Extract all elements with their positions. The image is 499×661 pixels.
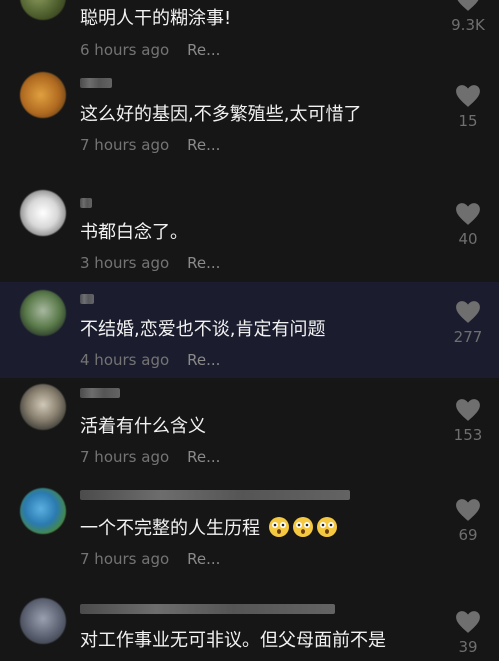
reply-link[interactable]: Re... (187, 351, 220, 369)
reply-link[interactable]: Re... (187, 41, 220, 59)
reply-link[interactable]: Re... (187, 448, 220, 466)
username[interactable] (80, 78, 112, 88)
comment-item: 聪明人干的糊涂事! 6 hours ago Re... 9.3K (0, 0, 499, 70)
comment-text: 不结婚,恋爱也不谈,肯定有问题 (80, 319, 326, 340)
like-button[interactable]: 39 (430, 610, 499, 656)
username[interactable] (80, 294, 94, 304)
like-button[interactable]: 153 (430, 398, 499, 444)
comment-time: 7 hours ago (80, 136, 170, 154)
heart-icon (456, 499, 480, 521)
comment-time: 4 hours ago (80, 351, 170, 369)
comment-text: 这么好的基因,不多繁殖些,太可惜了 (80, 104, 362, 125)
heart-icon (456, 203, 480, 225)
comment-item: 活着有什么含义 7 hours ago Re... 153 (0, 378, 499, 478)
comment-text: 对工作事业无可非议。但父母面前不是 (80, 630, 386, 651)
heart-icon (456, 399, 480, 421)
user-avatar[interactable] (20, 0, 66, 20)
like-button[interactable]: 40 (430, 202, 499, 248)
heart-icon (456, 611, 480, 633)
like-button[interactable]: 277 (430, 300, 499, 346)
like-count: 69 (458, 526, 478, 544)
heart-icon (456, 85, 480, 107)
user-avatar[interactable] (20, 190, 66, 236)
comment-item-highlighted: 不结婚,恋爱也不谈,肯定有问题 4 hours ago Re... 277 (0, 282, 499, 378)
reply-link[interactable]: Re... (187, 136, 220, 154)
comment-item: 一个不完整的人生历程 7 hours ago Re... 69 (0, 478, 499, 588)
username[interactable] (80, 198, 92, 208)
like-count: 15 (458, 112, 478, 130)
comment-list: 聪明人干的糊涂事! 6 hours ago Re... 9.3K 这么好的基因,不… (0, 0, 499, 661)
comment-item: 这么好的基因,不多繁殖些,太可惜了 7 hours ago Re... 15 (0, 66, 499, 178)
comment-item: 书都白念了。 3 hours ago Re... 40 (0, 178, 499, 282)
user-avatar[interactable] (20, 72, 66, 118)
comment-item: 对工作事业无可非议。但父母面前不是 39 (0, 588, 499, 661)
heart-icon (456, 301, 480, 323)
like-button[interactable]: 15 (430, 84, 499, 130)
heart-icon (457, 0, 479, 11)
comment-time: 6 hours ago (80, 41, 170, 59)
like-count: 9.3K (451, 16, 485, 34)
comment-text: 聪明人干的糊涂事! (80, 8, 232, 29)
like-button[interactable]: 9.3K (430, 0, 499, 34)
user-avatar[interactable] (20, 384, 66, 430)
like-count: 277 (453, 328, 483, 346)
comment-time: 7 hours ago (80, 448, 170, 466)
comment-text: 书都白念了。 (80, 222, 188, 243)
comment-time: 7 hours ago (80, 550, 170, 568)
like-button[interactable]: 69 (430, 498, 499, 544)
comment-text: 一个不完整的人生历程 (80, 516, 338, 540)
username[interactable] (80, 388, 120, 398)
username[interactable] (80, 490, 350, 500)
user-avatar[interactable] (20, 290, 66, 336)
astonished-face-icon (292, 517, 313, 537)
user-avatar[interactable] (20, 488, 66, 534)
reply-link[interactable]: Re... (187, 254, 220, 272)
comment-text: 活着有什么含义 (80, 416, 206, 437)
like-count: 40 (458, 230, 478, 248)
username[interactable] (80, 604, 335, 614)
astonished-face-icon (316, 517, 337, 537)
comment-time: 3 hours ago (80, 254, 170, 272)
user-avatar[interactable] (20, 598, 66, 644)
like-count: 153 (453, 426, 483, 444)
reply-link[interactable]: Re... (187, 550, 220, 568)
astonished-face-icon (268, 517, 289, 537)
like-count: 39 (458, 638, 478, 656)
